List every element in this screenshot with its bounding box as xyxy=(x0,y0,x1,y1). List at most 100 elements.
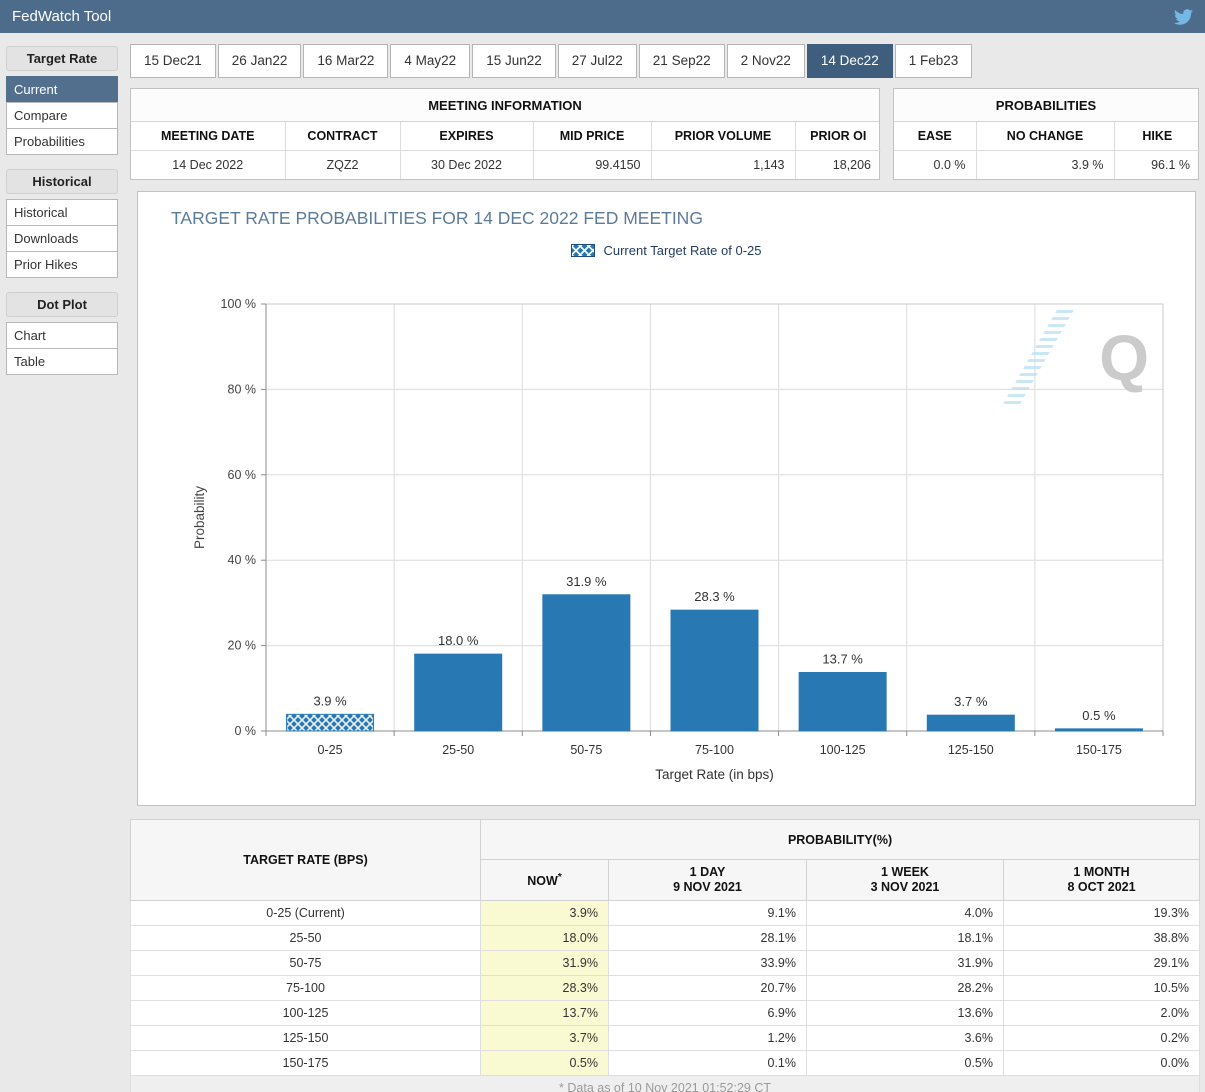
probabilities-table: EASENO CHANGEHIKE 0.0 %3.9 %96.1 % xyxy=(894,122,1200,179)
rate-cell-100-125: 100-125 xyxy=(131,1001,481,1026)
value-cell-125-150-1: 1.2% xyxy=(609,1026,807,1051)
main-content: 15 Dec2126 Jan2216 Mar224 May2215 Jun222… xyxy=(130,44,1199,1092)
value-cell-0-25-current-0: 3.9% xyxy=(481,901,609,926)
probabilities-value-no-change: 3.9 % xyxy=(976,151,1114,180)
probability-group-header: PROBABILITY(%) xyxy=(481,820,1200,860)
subheader-1-week: 1 WEEK3 NOV 2021 xyxy=(807,860,1004,901)
value-cell-100-125-0: 13.7% xyxy=(481,1001,609,1026)
tab-15-dec21[interactable]: 15 Dec21 xyxy=(130,44,216,78)
rate-cell-50-75: 50-75 xyxy=(131,951,481,976)
rate-cell-125-150: 125-150 xyxy=(131,1026,481,1051)
table-row-150-175: 150-1750.5%0.1%0.5%0.0% xyxy=(131,1051,1200,1076)
y-tick-100: 100 % xyxy=(221,297,256,311)
sidebar-section-historical: Historical xyxy=(6,169,118,194)
bar-0-25 xyxy=(287,714,374,731)
probabilities-value-row: 0.0 %3.9 %96.1 % xyxy=(894,151,1200,180)
bar-value-label-125-150: 3.7 % xyxy=(954,694,988,709)
tab-16-mar22[interactable]: 16 Mar22 xyxy=(303,44,388,78)
x-tick-75-100: 75-100 xyxy=(695,743,734,757)
meeting-info-value-contract: ZQZ2 xyxy=(285,151,400,180)
meeting-info-header-expires: EXPIRES xyxy=(400,122,533,151)
sidebar-item-table[interactable]: Table xyxy=(6,348,118,375)
meeting-information-table: MEETING DATECONTRACTEXPIRESMID PRICEPRIO… xyxy=(131,122,881,179)
tab-4-may22[interactable]: 4 May22 xyxy=(390,44,470,78)
value-cell-75-100-0: 28.3% xyxy=(481,976,609,1001)
tab-21-sep22[interactable]: 21 Sep22 xyxy=(639,44,725,78)
value-cell-100-125-1: 6.9% xyxy=(609,1001,807,1026)
value-cell-75-100-2: 28.2% xyxy=(807,976,1004,1001)
probability-table: TARGET RATE (BPS) PROBABILITY(%) NOW*1 D… xyxy=(130,819,1200,1092)
table-row-50-75: 50-7531.9%33.9%31.9%29.1% xyxy=(131,951,1200,976)
sidebar-item-chart[interactable]: Chart xyxy=(6,322,118,349)
twitter-icon[interactable] xyxy=(1174,9,1193,25)
sidebar-item-probabilities[interactable]: Probabilities xyxy=(6,128,118,155)
sidebar: Target Rate CurrentCompareProbabilities Hi… xyxy=(6,46,118,375)
bar-50-75 xyxy=(543,595,630,731)
sidebar-item-downloads[interactable]: Downloads xyxy=(6,225,118,252)
chart-svg: Q0 %20 %40 %60 %80 %100 %3.9 %0-2518.0 %… xyxy=(166,296,1203,790)
tab-1-feb23[interactable]: 1 Feb23 xyxy=(895,44,973,78)
x-tick-25-50: 25-50 xyxy=(442,743,474,757)
bar-value-label-0-25: 3.9 % xyxy=(313,693,347,708)
tab-14-dec22[interactable]: 14 Dec22 xyxy=(807,44,893,78)
probability-bar-chart: Q0 %20 %40 %60 %80 %100 %3.9 %0-2518.0 %… xyxy=(166,296,1203,795)
sidebar-section-target-rate: Target Rate xyxy=(6,46,118,71)
rate-cell-0-25-current: 0-25 (Current) xyxy=(131,901,481,926)
tab-15-jun22[interactable]: 15 Jun22 xyxy=(472,44,556,78)
rate-cell-150-175: 150-175 xyxy=(131,1051,481,1076)
sidebar-item-current[interactable]: Current xyxy=(6,76,118,103)
value-cell-75-100-1: 20.7% xyxy=(609,976,807,1001)
table-row-25-50: 25-5018.0%28.1%18.1%38.8% xyxy=(131,926,1200,951)
meeting-tabs: 15 Dec2126 Jan2216 Mar224 May2215 Jun222… xyxy=(130,44,1199,78)
value-cell-0-25-current-2: 4.0% xyxy=(807,901,1004,926)
probabilities-header-no-change: NO CHANGE xyxy=(976,122,1114,151)
probability-table-body: 0-25 (Current)3.9%9.1%4.0%19.3%25-5018.0… xyxy=(131,901,1200,1076)
table-row-100-125: 100-12513.7%6.9%13.6%2.0% xyxy=(131,1001,1200,1026)
y-tick-80: 80 % xyxy=(228,382,257,396)
top-bar: FedWatch Tool xyxy=(0,0,1205,33)
sidebar-item-historical[interactable]: Historical xyxy=(6,199,118,226)
meeting-information-panel: MEETING INFORMATION MEETING DATECONTRACT… xyxy=(130,88,880,180)
value-cell-50-75-0: 31.9% xyxy=(481,951,609,976)
y-tick-60: 60 % xyxy=(228,468,257,482)
bar-value-label-75-100: 28.3 % xyxy=(694,589,735,604)
sidebar-item-compare[interactable]: Compare xyxy=(6,102,118,129)
bar-25-50 xyxy=(415,654,502,731)
value-cell-25-50-0: 18.0% xyxy=(481,926,609,951)
meeting-info-value-prior-oi: 18,206 xyxy=(795,151,881,180)
value-cell-50-75-3: 29.1% xyxy=(1004,951,1200,976)
value-cell-25-50-3: 38.8% xyxy=(1004,926,1200,951)
value-cell-0-25-current-3: 19.3% xyxy=(1004,901,1200,926)
chart-legend: Current Target Rate of 0-25 xyxy=(138,243,1195,258)
bar-value-label-150-175: 0.5 % xyxy=(1082,708,1116,723)
y-tick-40: 40 % xyxy=(228,553,257,567)
y-axis-title: Probability xyxy=(192,486,207,549)
table-row-75-100: 75-10028.3%20.7%28.2%10.5% xyxy=(131,976,1200,1001)
value-cell-25-50-1: 28.1% xyxy=(609,926,807,951)
sidebar-item-prior-hikes[interactable]: Prior Hikes xyxy=(6,251,118,278)
tab-27-jul22[interactable]: 27 Jul22 xyxy=(558,44,637,78)
rate-cell-25-50: 25-50 xyxy=(131,926,481,951)
x-axis-title: Target Rate (in bps) xyxy=(655,767,774,782)
bar-value-label-100-125: 13.7 % xyxy=(822,652,863,667)
chart-panel: TARGET RATE PROBABILITIES FOR 14 DEC 202… xyxy=(137,191,1196,806)
bar-75-100 xyxy=(671,610,758,731)
tab-26-jan22[interactable]: 26 Jan22 xyxy=(218,44,302,78)
sidebar-section-dot-plot: Dot Plot xyxy=(6,292,118,317)
meeting-info-header-prior-volume: PRIOR VOLUME xyxy=(651,122,795,151)
tab-2-nov22[interactable]: 2 Nov22 xyxy=(727,44,805,78)
value-cell-50-75-1: 33.9% xyxy=(609,951,807,976)
table-row-125-150: 125-1503.7%1.2%3.6%0.2% xyxy=(131,1026,1200,1051)
bar-125-150 xyxy=(927,715,1014,731)
bar-150-175 xyxy=(1055,729,1142,731)
x-tick-50-75: 50-75 xyxy=(570,743,602,757)
meeting-info-value-expires: 30 Dec 2022 xyxy=(400,151,533,180)
probabilities-panel: PROBABILITIES EASENO CHANGEHIKE 0.0 %3.9… xyxy=(893,88,1199,180)
value-cell-150-175-1: 0.1% xyxy=(609,1051,807,1076)
bar-100-125 xyxy=(799,673,886,731)
summary-panels-row: MEETING INFORMATION MEETING DATECONTRACT… xyxy=(130,88,1199,180)
value-cell-25-50-2: 18.1% xyxy=(807,926,1004,951)
x-tick-150-175: 150-175 xyxy=(1076,743,1122,757)
chart-title: TARGET RATE PROBABILITIES FOR 14 DEC 202… xyxy=(171,208,1195,229)
legend-label: Current Target Rate of 0-25 xyxy=(603,243,761,258)
